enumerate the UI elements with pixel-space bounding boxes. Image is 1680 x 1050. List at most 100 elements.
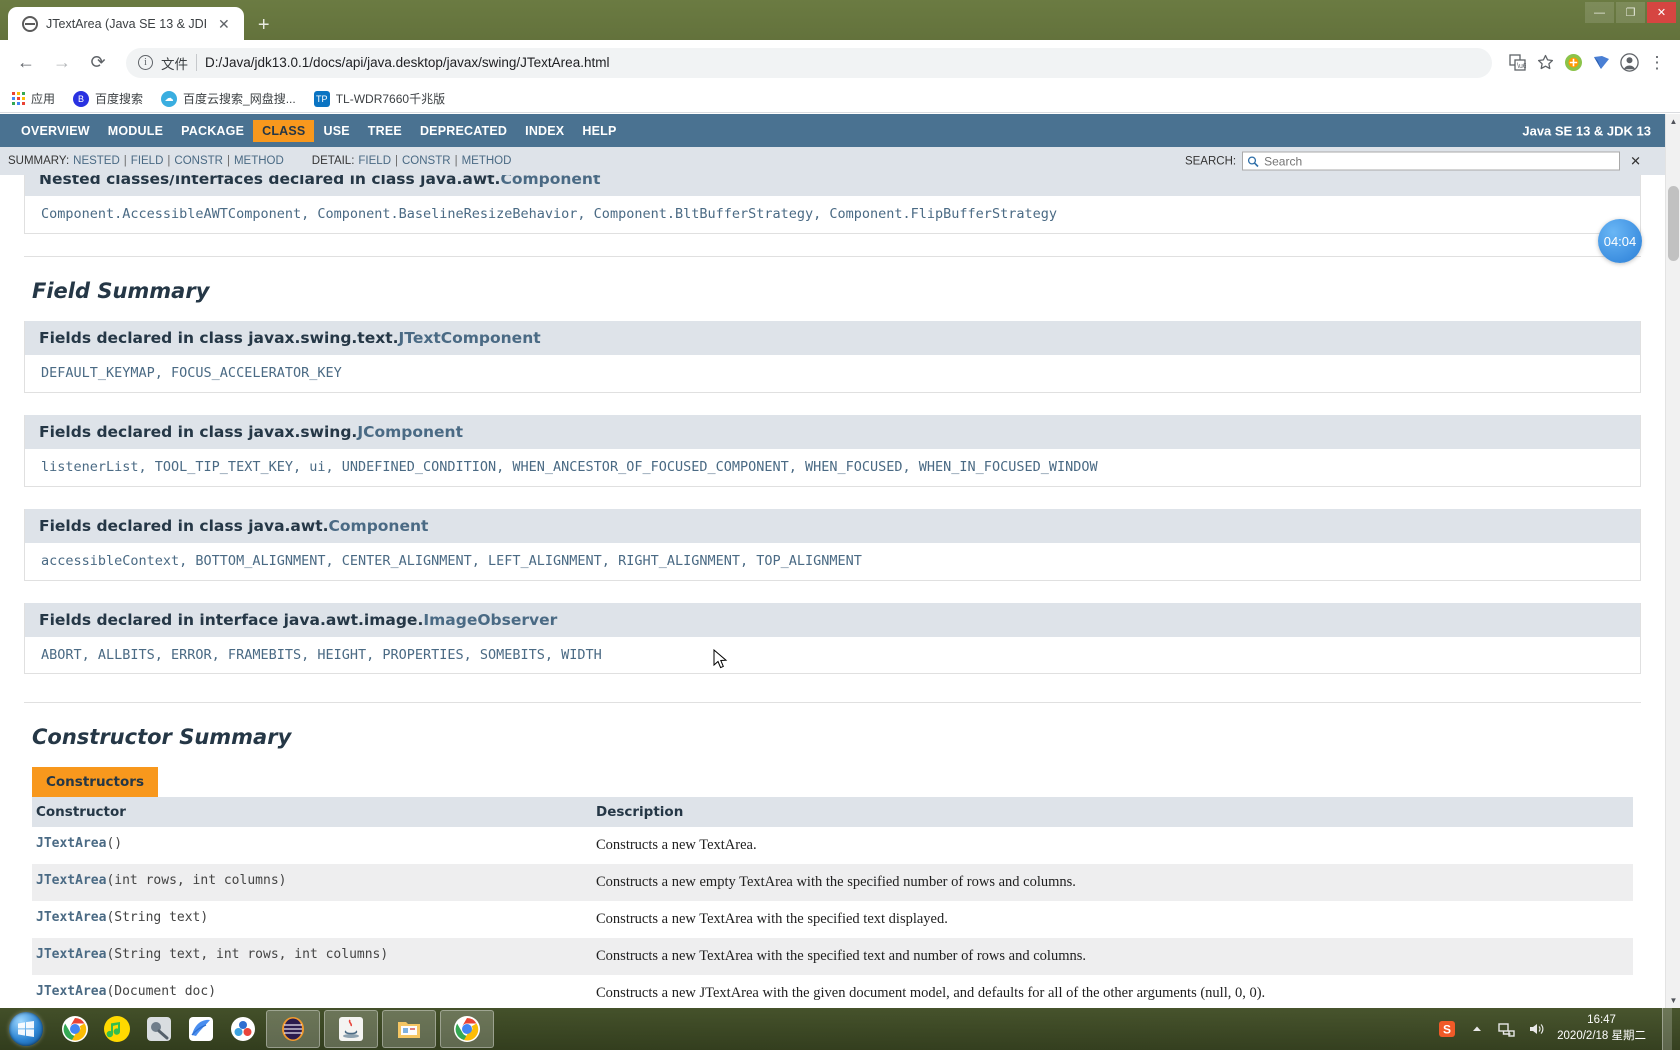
tab-title: JTextArea (Java SE 13 & JDK 1 [46,16,206,31]
field-block-header-link[interactable]: Component [329,517,429,535]
back-button[interactable]: ← [10,47,42,79]
table-row[interactable]: JTextArea(String text, int rows, int col… [32,937,1633,975]
search-input[interactable] [1264,154,1616,168]
site-info-icon[interactable]: i [138,55,153,70]
field-block-jcomponent: Fields declared in class javax.swing.JCo… [24,414,1641,487]
field-block-items[interactable]: listenerList, TOOL_TIP_TEXT_KEY, ui, UND… [25,449,1640,486]
reload-button[interactable]: ⟳ [82,47,114,79]
nav-overview[interactable]: OVERVIEW [12,120,99,142]
bookmark-apps[interactable]: 应用 [12,90,55,107]
forward-button[interactable]: → [46,47,78,79]
start-button[interactable] [0,1009,52,1049]
summary-nested-link[interactable]: NESTED [73,155,120,167]
browser-toolbar: ← → ⟳ i 文件 D:/Java/jdk13.0.1/docs/api/ja… [0,40,1680,85]
bookmark-baidu-cloud[interactable]: ☁ 百度云搜索_网盘搜... [161,90,296,107]
detail-constr-link[interactable]: CONSTR [402,155,451,167]
nav-class[interactable]: CLASS [253,119,315,142]
address-bar[interactable]: i 文件 D:/Java/jdk13.0.1/docs/api/java.des… [126,47,1492,78]
toolbar-right-group: \u6587 [1504,50,1670,76]
taskbar-qq-music-icon[interactable] [98,1010,136,1048]
bookmark-star-icon[interactable] [1532,50,1558,76]
taskbar-alipay-icon[interactable] [224,1010,262,1048]
show-desktop-button[interactable] [1662,1008,1672,1050]
nested-inherited-items[interactable]: Component.AccessibleAWTComponent, Compon… [25,196,1640,233]
constructor-name-link[interactable]: JTextArea [36,947,106,962]
show-hidden-icons-icon[interactable] [1467,1019,1487,1039]
table-row[interactable]: JTextArea(String text) Constructs a new … [32,901,1633,938]
table-row[interactable]: JTextArea(Document doc) Constructs a new… [32,974,1633,1008]
constructor-name-link[interactable]: JTextArea [36,984,106,999]
summary-method-link[interactable]: METHOD [234,155,284,167]
nav-package[interactable]: PACKAGE [172,120,253,142]
volume-icon[interactable] [1527,1019,1547,1039]
constructor-params: (String text, int rows, int columns) [106,946,389,962]
taskbar-foxmail-icon[interactable] [182,1010,220,1048]
taskbar-chrome-window[interactable] [440,1010,494,1048]
taskbar-jetbrains-window[interactable] [266,1010,320,1048]
window-minimize-button[interactable]: — [1585,2,1614,23]
translate-icon[interactable]: \u6587 [1504,50,1530,76]
constructor-name-link[interactable]: JTextArea [36,873,106,888]
nav-deprecated[interactable]: DEPRECATED [411,120,516,142]
bookmark-router[interactable]: TP TL-WDR7660千兆版 [313,90,445,107]
search-field-wrapper[interactable] [1242,151,1621,171]
omnibox-divider [196,54,197,71]
field-block-items[interactable]: DEFAULT_KEYMAP, FOCUS_ACCELERATOR_KEY [25,355,1640,392]
constructor-summary-section: Constructor Summary Constructors Constru… [24,702,1641,1008]
constructor-summary-table: Constructor Description JTextArea() Cons… [32,797,1633,1008]
scroll-down-arrow[interactable]: ▼ [1666,993,1680,1008]
taskbar-photoshop-icon[interactable] [140,1010,178,1048]
field-block-header-link[interactable]: JComponent [357,423,463,441]
field-block-header-link[interactable]: JTextComponent [399,329,541,347]
constructor-name-link[interactable]: JTextArea [36,910,106,925]
field-block-header-link[interactable]: ImageObserver [423,611,557,629]
search-label: SEARCH: [1184,155,1237,167]
window-close-button[interactable]: ✕ [1647,2,1676,23]
field-block-header-prefix: Fields declared in class java.awt. [39,516,329,535]
taskbar-clock[interactable]: 16:47 2020/2/18 星期二 [1557,1013,1652,1044]
network-icon[interactable] [1497,1019,1517,1039]
nav-help[interactable]: HELP [573,120,625,142]
taskbar-chrome-icon[interactable] [56,1010,94,1048]
scroll-up-arrow[interactable]: ▲ [1666,114,1680,129]
sogou-input-icon[interactable]: S [1437,1019,1457,1039]
constructor-signature: JTextArea() [32,827,592,865]
ext-blue-icon[interactable] [1588,50,1614,76]
table-row[interactable]: JTextArea(int rows, int columns) Constru… [32,864,1633,902]
search-reset-icon[interactable]: ✕ [1626,153,1641,169]
url-text: D:/Java/jdk13.0.1/docs/api/java.desktop/… [205,55,610,70]
detail-field-link[interactable]: FIELD [358,155,391,167]
tab-strip: JTextArea (Java SE 13 & JDK 1 ✕ + [8,5,278,40]
nav-use[interactable]: USE [314,120,358,142]
field-block-items[interactable]: ABORT, ALLBITS, ERROR, FRAMEBITS, HEIGHT… [25,637,1640,674]
page-scrollbar[interactable]: ▲ ▼ [1665,114,1680,1008]
table-header-row: Constructor Description [32,797,1633,828]
browser-tab[interactable]: JTextArea (Java SE 13 & JDK 1 ✕ [8,7,244,40]
chrome-menu-icon[interactable]: ⋮ [1644,50,1670,76]
clock-date: 2020/2/18 星期二 [1557,1030,1646,1042]
taskbar-java-window[interactable] [324,1010,378,1048]
nav-index[interactable]: INDEX [516,120,573,142]
field-block-items[interactable]: accessibleContext, BOTTOM_ALIGNMENT, CEN… [25,543,1640,580]
constructor-name-link[interactable]: JTextArea [36,836,106,851]
scrollbar-thumb[interactable] [1668,186,1679,261]
floating-clock-widget[interactable]: 04:04 [1598,219,1642,263]
bookmark-baidu-search[interactable]: B 百度搜索 [73,90,143,107]
detail-group: DETAIL: FIELD | CONSTR | METHOD [312,155,512,167]
table-row[interactable]: JTextArea() Constructs a new TextArea. [32,827,1633,865]
constructors-tab[interactable]: Constructors [32,767,158,798]
tab-close-icon[interactable]: ✕ [214,15,234,33]
ext-green-icon[interactable] [1560,50,1586,76]
javadoc-top-navbar: OVERVIEW MODULE PACKAGE CLASS USE TREE D… [0,114,1665,147]
new-tab-button[interactable]: + [250,12,278,40]
summary-constr-link[interactable]: CONSTR [174,155,223,167]
taskbar-explorer-window[interactable] [382,1010,436,1048]
window-maximize-button[interactable]: ❐ [1616,2,1645,23]
nav-tree[interactable]: TREE [359,120,411,142]
profile-avatar-icon[interactable] [1616,50,1642,76]
windows-taskbar: S 16:47 2020/2/18 星期二 [0,1008,1680,1050]
detail-method-link[interactable]: METHOD [462,155,512,167]
browser-title-bar: JTextArea (Java SE 13 & JDK 1 ✕ + — ❐ ✕ [0,0,1680,40]
nav-module[interactable]: MODULE [99,120,172,142]
summary-field-link[interactable]: FIELD [131,155,164,167]
